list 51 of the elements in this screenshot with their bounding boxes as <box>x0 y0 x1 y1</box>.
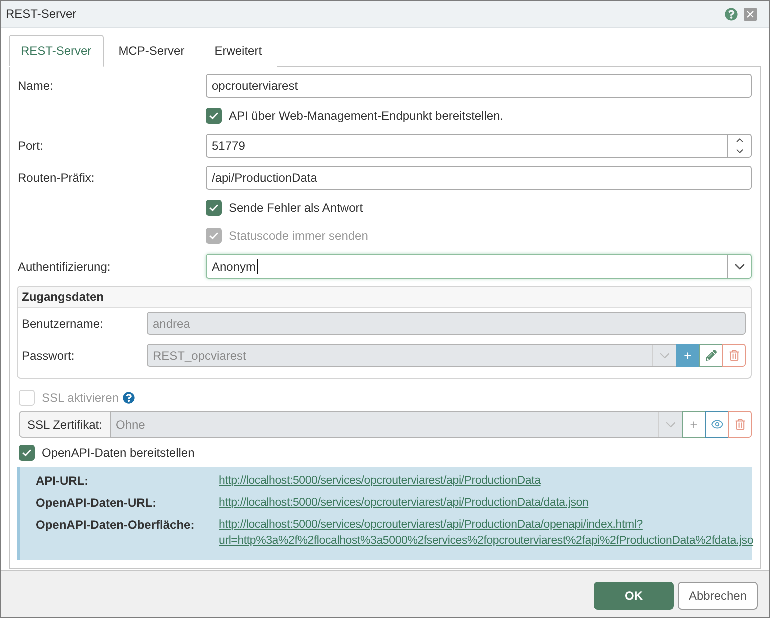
check-icon <box>209 204 219 212</box>
checkbox-label: Sende Fehler als Antwort <box>229 201 364 215</box>
check-icon <box>209 112 219 120</box>
cancel-button[interactable]: Abbrechen <box>678 582 758 610</box>
view-button[interactable] <box>705 411 729 438</box>
field-label: Port: <box>18 139 44 153</box>
url-link[interactable]: http://localhost:5000/services/opcrouterviarest/api/ProductionData <box>219 473 541 489</box>
plus-icon <box>689 420 699 430</box>
ok-button[interactable]: OK <box>594 582 674 610</box>
plus-icon <box>683 350 693 360</box>
check-icon <box>22 449 32 457</box>
add-button[interactable] <box>682 411 706 438</box>
checkbox[interactable] <box>19 445 35 461</box>
pencil-icon <box>706 350 716 361</box>
info-label: OpenAPI-Daten-URL: <box>36 495 158 511</box>
edit-button[interactable] <box>699 344 723 367</box>
field-label: Benutzername: <box>22 316 104 330</box>
checkbox-label: API über Web-Management-Endpunkt bereitstellen. <box>229 109 504 123</box>
help-icon[interactable] <box>122 392 135 404</box>
info-label: API-URL: <box>36 473 90 489</box>
text-cursor <box>257 259 258 274</box>
number-field[interactable]: 51779 <box>206 134 752 158</box>
checkbox-label: SSL aktivieren <box>42 391 119 405</box>
field-label: Name: <box>18 79 54 93</box>
trash-icon <box>734 419 746 430</box>
delete-button[interactable] <box>722 344 746 367</box>
section-heading: Zugangsdaten <box>18 287 751 308</box>
text-field[interactable]: /api/ProductionData <box>206 166 752 190</box>
checkbox[interactable] <box>206 200 222 216</box>
close-button[interactable] <box>744 8 757 20</box>
field-label: Authentifizierung: <box>18 260 112 274</box>
url-link[interactable]: http://localhost:5000/services/opcrouterviarest/api/ProductionData/openapi/index.html? url=http%3a%2f%2flocalhost%3a5000%2fservices%2fopcrouterviarest%2fapi%2fProductionData%2fdata.jso <box>219 517 754 549</box>
add-button[interactable] <box>676 344 700 367</box>
text-field[interactable]: opcrouterviarest <box>206 74 752 98</box>
tab[interactable]: REST-Server <box>9 35 104 67</box>
field-label: Routen-Präfix: <box>18 171 96 185</box>
eye-icon <box>710 418 724 431</box>
field-label: Passwort: <box>22 348 76 362</box>
window-title: REST-Server <box>6 7 77 21</box>
delete-button[interactable] <box>728 411 752 438</box>
checkbox[interactable] <box>206 108 222 124</box>
close-icon <box>747 10 754 18</box>
trash-icon <box>728 350 740 361</box>
checkbox-label: Statuscode immer senden <box>229 229 368 243</box>
dropdown[interactable]: Anonym <box>206 254 752 279</box>
checkbox-label: OpenAPI-Daten bereitstellen <box>42 446 195 460</box>
help-icon[interactable] <box>725 8 738 20</box>
url-link[interactable]: http://localhost:5000/services/opcrouterviarest/api/ProductionData/data.json <box>219 495 589 511</box>
check-icon <box>209 232 219 240</box>
field-label: SSL Zertifikat: <box>19 411 111 438</box>
info-label: OpenAPI-Daten-Oberfläche: <box>36 517 196 533</box>
